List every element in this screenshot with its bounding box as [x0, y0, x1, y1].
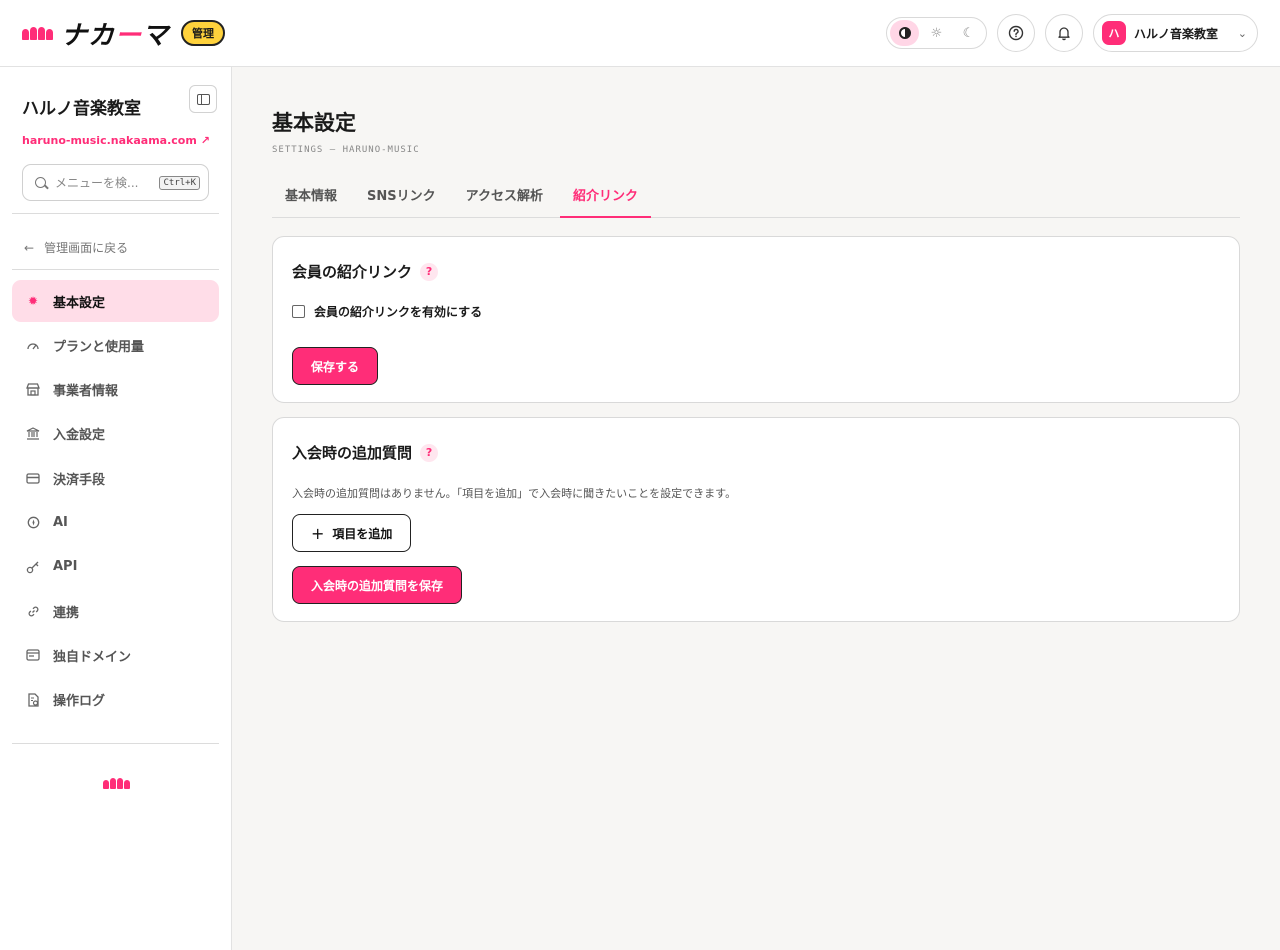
plus-icon: + [311, 523, 325, 543]
theme-toggle: ☼ ☾ [886, 17, 987, 49]
card-title-text: 会員の紹介リンク [292, 263, 413, 281]
sidebar-item-custom-domain[interactable]: 独自ドメイン [12, 634, 219, 676]
search-placeholder: メニューを検... [55, 176, 139, 190]
divider [12, 269, 219, 270]
sidebar-item-label: 連携 [53, 605, 80, 621]
sidebar-item-deposit[interactable]: 入金設定 [12, 413, 219, 455]
help-button[interactable] [997, 14, 1035, 52]
settings-nav: ✹ 基本設定 プランと使用量 事業者情報 入金設定 決済手段 AI API 連携 … [12, 280, 219, 723]
tab-referral-links[interactable]: 紹介リンク [559, 178, 651, 218]
sun-gear-icon: ✹ [27, 294, 39, 308]
top-header: ナカーマ 管理 ☼ ☾ ハ ハルノ音楽教室 ⌄ [0, 0, 1280, 67]
sidebar-item-label: 入金設定 [53, 428, 106, 444]
page-subtitle: SETTINGS — HARUNO-MUSIC [272, 145, 420, 155]
contrast-icon [898, 27, 911, 39]
logo-wordmark: ナカーマ [61, 20, 170, 51]
divider [12, 743, 219, 744]
help-question-icon[interactable]: ? [420, 443, 439, 462]
credit-card-icon [25, 470, 41, 486]
card-title-text: 入会時の追加質問 [292, 444, 413, 462]
sidebar-item-label: API [53, 559, 78, 575]
chevron-down-icon: ⌄ [1237, 26, 1247, 40]
sidebar: ハルノ音楽教室 haruno-music.nakaama.com ↗ メニューを検… [0, 67, 232, 950]
bell-icon [1058, 27, 1070, 41]
referral-link-card: 会員の紹介リンク ? 会員の紹介リンクを有効にする 保存する [272, 236, 1240, 403]
account-menu-button[interactable]: ハ ハルノ音楽教室 ⌄ [1093, 14, 1258, 52]
sidebar-item-api[interactable]: API [12, 546, 219, 588]
ai-icon [25, 514, 41, 530]
checkbox-label: 会員の紹介リンクを有効にする [314, 305, 483, 319]
sidebar-item-plan-usage[interactable]: プランと使用量 [12, 324, 219, 366]
sidebar-item-label: 事業者情報 [53, 384, 119, 400]
referral-enable-checkbox[interactable] [292, 305, 305, 318]
sidebar-item-business-info[interactable]: 事業者情報 [12, 369, 219, 411]
add-item-label: 項目を追加 [332, 526, 393, 541]
sidebar-item-label: 独自ドメイン [53, 649, 132, 665]
external-link-icon: ↗ [200, 134, 211, 147]
sun-icon: ☼ [930, 25, 943, 41]
sidebar-item-payment-methods[interactable]: 決済手段 [12, 457, 219, 499]
theme-light-button[interactable]: ☼ [922, 20, 951, 46]
referral-enable-row[interactable]: 会員の紹介リンクを有効にする [292, 303, 482, 320]
sidebar-item-integrations[interactable]: 連携 [12, 590, 219, 632]
sidebar-item-label: 基本設定 [53, 295, 106, 311]
sidebar-item-label: 決済手段 [53, 472, 106, 488]
sidebar-item-label: プランと使用量 [53, 339, 145, 355]
log-file-icon [25, 692, 41, 708]
arrow-left-icon: ← [24, 240, 35, 255]
card-title: 会員の紹介リンク ? [292, 261, 439, 282]
save-questions-button[interactable]: 入会時の追加質問を保存 [292, 566, 463, 604]
nakaama-logo[interactable]: ナカーマ 管理 [22, 18, 226, 51]
store-icon [25, 382, 41, 398]
sidebar-item-activity-log[interactable]: 操作ログ [12, 679, 219, 721]
sidebar-collapse-button[interactable] [189, 85, 217, 113]
sidebar-item-basic-settings[interactable]: ✹ 基本設定 [12, 280, 219, 322]
moon-icon: ☾ [962, 25, 975, 41]
people-logo-icon [103, 778, 130, 789]
org-url-link[interactable]: haruno-music.nakaama.com ↗ [22, 134, 210, 147]
page-title: 基本設定 [272, 111, 356, 135]
divider [12, 213, 219, 214]
account-avatar: ハ [1102, 21, 1126, 45]
sidebar-item-label: 操作ログ [53, 694, 106, 710]
theme-system-button[interactable] [890, 20, 919, 46]
settings-tabs: 基本情報 SNSリンク アクセス解析 紹介リンク [272, 178, 1240, 218]
domain-card-icon [25, 647, 41, 663]
tab-analytics[interactable]: アクセス解析 [453, 178, 556, 218]
theme-dark-button[interactable]: ☾ [954, 20, 983, 46]
empty-questions-description: 入会時の追加質問はありません。「項目を追加」で入会時に聞きたいことを設定できます… [292, 487, 737, 500]
account-name: ハルノ音楽教室 [1134, 26, 1219, 41]
tab-sns-links[interactable]: SNSリンク [354, 178, 449, 218]
bank-icon [25, 426, 41, 442]
org-name: ハルノ音楽教室 [22, 99, 141, 119]
card-title: 入会時の追加質問 ? [292, 442, 439, 463]
add-item-button[interactable]: + 項目を追加 [292, 514, 412, 552]
gauge-icon [25, 337, 41, 353]
menu-search-input[interactable]: メニューを検... Ctrl+K [22, 164, 209, 201]
people-logo-icon [22, 26, 53, 40]
search-icon [35, 177, 46, 188]
back-label: 管理画面に戻る [44, 241, 129, 255]
help-question-icon[interactable]: ? [420, 262, 439, 281]
org-url-text: haruno-music.nakaama.com [22, 134, 197, 147]
admin-badge: 管理 [181, 20, 226, 46]
join-questions-card: 入会時の追加質問 ? 入会時の追加質問はありません。「項目を追加」で入会時に聞き… [272, 417, 1240, 622]
key-icon [25, 559, 41, 575]
tab-basic-info[interactable]: 基本情報 [272, 178, 350, 218]
link-icon [25, 603, 41, 619]
notifications-button[interactable] [1045, 14, 1083, 52]
sidebar-item-label: AI [53, 514, 68, 530]
back-to-admin-link[interactable]: ← 管理画面に戻る [24, 239, 128, 256]
sidebar-toggle-icon [196, 93, 210, 105]
question-circle-icon [1008, 25, 1024, 41]
save-button[interactable]: 保存する [292, 347, 379, 385]
sidebar-item-ai[interactable]: AI [12, 501, 219, 543]
search-shortcut-kbd: Ctrl+K [159, 175, 200, 190]
